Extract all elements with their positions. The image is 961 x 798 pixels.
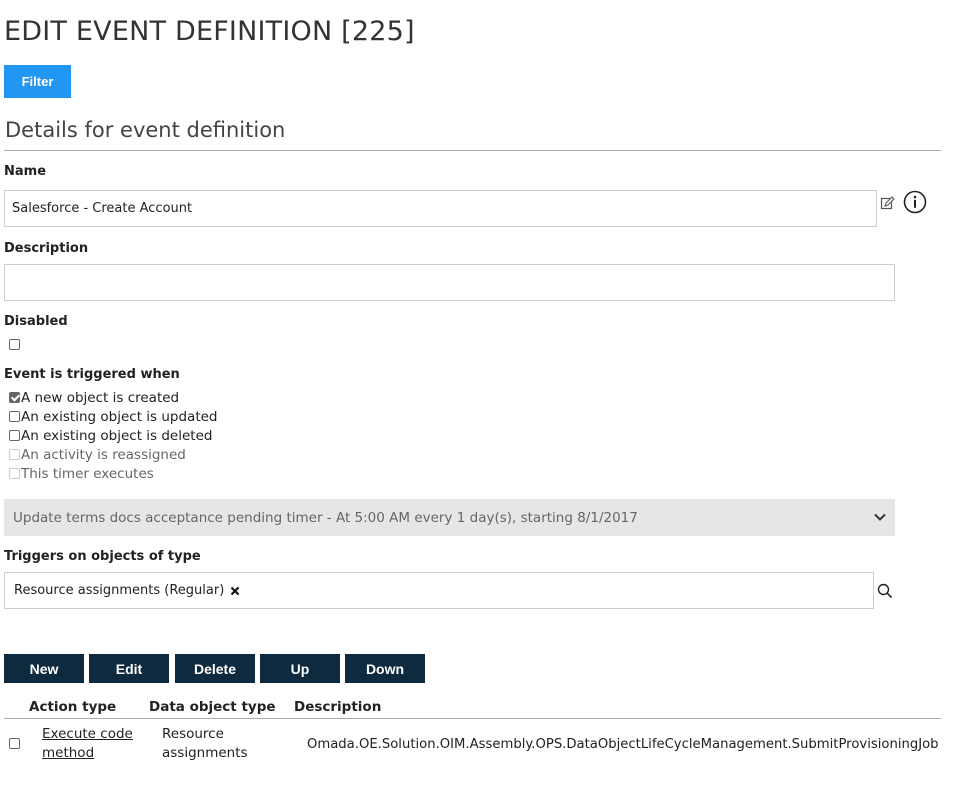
row-action-type[interactable]: Execute code method: [42, 725, 133, 763]
trigger-deleted-label: An existing object is deleted: [21, 427, 213, 444]
trigger-option-reassigned: An activity is reassigned: [9, 445, 218, 464]
info-icon[interactable]: [903, 190, 927, 214]
section-title: Details for event definition: [5, 118, 286, 142]
column-header-description[interactable]: Description: [294, 699, 381, 715]
table-header-divider: [4, 718, 941, 719]
page-title: EDIT EVENT DEFINITION [225]: [4, 16, 415, 47]
object-type-tag: Resource assignments (Regular): [14, 583, 240, 598]
delete-button[interactable]: Delete: [175, 654, 255, 683]
trigger-created-checkbox[interactable]: [9, 392, 20, 403]
remove-tag-icon[interactable]: [230, 586, 240, 596]
filter-button[interactable]: Filter: [4, 65, 71, 98]
search-icon[interactable]: [877, 583, 893, 599]
data-object-type-line-1: Resource: [162, 726, 224, 742]
name-label: Name: [4, 164, 47, 179]
trigger-option-updated[interactable]: An existing object is updated: [9, 407, 218, 426]
trigger-option-deleted[interactable]: An existing object is deleted: [9, 426, 218, 445]
object-type-label: Triggers on objects of type: [4, 549, 201, 564]
row-data-object-type: Resource assignments: [162, 725, 248, 763]
trigger-updated-label: An existing object is updated: [21, 408, 218, 425]
new-button[interactable]: New: [4, 654, 84, 683]
edit-button[interactable]: Edit: [89, 654, 169, 683]
trigger-timer-checkbox: [9, 468, 20, 479]
edit-icon[interactable]: [880, 196, 895, 211]
down-button[interactable]: Down: [345, 654, 425, 683]
disabled-checkbox[interactable]: [9, 339, 20, 350]
trigger-option-timer: This timer executes: [9, 464, 218, 483]
disabled-label: Disabled: [4, 314, 68, 329]
trigger-reassigned-checkbox: [9, 449, 20, 460]
data-object-type-line-2: assignments: [162, 745, 248, 761]
action-type-line-1: Execute code: [42, 726, 133, 742]
trigger-timer-label: This timer executes: [21, 465, 154, 482]
up-button[interactable]: Up: [260, 654, 340, 683]
description-label: Description: [4, 241, 89, 256]
trigger-created-label: A new object is created: [21, 389, 180, 406]
object-type-tag-label: Resource assignments (Regular): [14, 583, 225, 598]
object-type-field[interactable]: Resource assignments (Regular): [4, 572, 874, 609]
name-value: Salesforce - Create Account: [12, 201, 193, 216]
trigger-list: A new object is created An existing obje…: [9, 388, 218, 483]
column-header-action-type[interactable]: Action type: [29, 699, 116, 715]
row-select-checkbox[interactable]: [9, 738, 20, 749]
trigger-deleted-checkbox[interactable]: [9, 430, 20, 441]
action-type-link[interactable]: Execute code method: [42, 726, 133, 761]
trigger-reassigned-label: An activity is reassigned: [21, 446, 186, 463]
chevron-down-icon: [873, 510, 887, 524]
timer-select-value: Update terms docs acceptance pending tim…: [13, 509, 638, 526]
table-row[interactable]: Execute code method Resource assignments…: [0, 725, 961, 765]
trigger-updated-checkbox[interactable]: [9, 411, 20, 422]
triggered-label: Event is triggered when: [4, 367, 180, 382]
column-header-data-object-type[interactable]: Data object type: [149, 699, 276, 715]
section-divider: [4, 150, 941, 151]
row-description: Omada.OE.Solution.OIM.Assembly.OPS.DataO…: [307, 737, 939, 752]
name-field[interactable]: Salesforce - Create Account: [4, 190, 877, 227]
trigger-option-created[interactable]: A new object is created: [9, 388, 218, 407]
timer-select: Update terms docs acceptance pending tim…: [4, 499, 895, 536]
action-type-line-2: method: [42, 745, 95, 761]
description-field[interactable]: [4, 264, 895, 301]
